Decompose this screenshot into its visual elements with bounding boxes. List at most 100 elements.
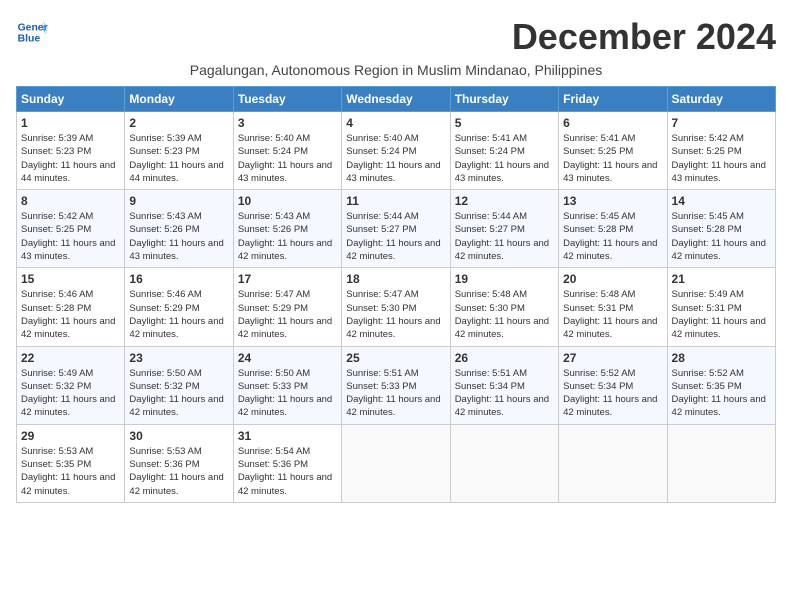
day-info: Sunrise: 5:43 AM Sunset: 5:26 PM Dayligh…: [238, 210, 337, 263]
day-number: 25: [346, 351, 445, 365]
calendar-cell: 30 Sunrise: 5:53 AM Sunset: 5:36 PM Dayl…: [125, 424, 233, 502]
day-info: Sunrise: 5:53 AM Sunset: 5:35 PM Dayligh…: [21, 445, 120, 498]
day-number: 11: [346, 194, 445, 208]
day-info: Sunrise: 5:45 AM Sunset: 5:28 PM Dayligh…: [672, 210, 771, 263]
calendar-cell: 22 Sunrise: 5:49 AM Sunset: 5:32 PM Dayl…: [17, 346, 125, 424]
calendar-cell: 1 Sunrise: 5:39 AM Sunset: 5:23 PM Dayli…: [17, 112, 125, 190]
calendar-cell: 12 Sunrise: 5:44 AM Sunset: 5:27 PM Dayl…: [450, 190, 558, 268]
calendar-cell: 8 Sunrise: 5:42 AM Sunset: 5:25 PM Dayli…: [17, 190, 125, 268]
day-info: Sunrise: 5:46 AM Sunset: 5:29 PM Dayligh…: [129, 288, 228, 341]
column-header-sunday: Sunday: [17, 87, 125, 112]
calendar-cell: 28 Sunrise: 5:52 AM Sunset: 5:35 PM Dayl…: [667, 346, 775, 424]
calendar-cell: 11 Sunrise: 5:44 AM Sunset: 5:27 PM Dayl…: [342, 190, 450, 268]
calendar-cell: 5 Sunrise: 5:41 AM Sunset: 5:24 PM Dayli…: [450, 112, 558, 190]
calendar-cell: 13 Sunrise: 5:45 AM Sunset: 5:28 PM Dayl…: [559, 190, 667, 268]
day-info: Sunrise: 5:40 AM Sunset: 5:24 PM Dayligh…: [346, 132, 445, 185]
day-info: Sunrise: 5:41 AM Sunset: 5:25 PM Dayligh…: [563, 132, 662, 185]
calendar-week-3: 15 Sunrise: 5:46 AM Sunset: 5:28 PM Dayl…: [17, 268, 776, 346]
day-info: Sunrise: 5:51 AM Sunset: 5:33 PM Dayligh…: [346, 367, 445, 420]
day-info: Sunrise: 5:51 AM Sunset: 5:34 PM Dayligh…: [455, 367, 554, 420]
day-info: Sunrise: 5:42 AM Sunset: 5:25 PM Dayligh…: [672, 132, 771, 185]
day-info: Sunrise: 5:48 AM Sunset: 5:31 PM Dayligh…: [563, 288, 662, 341]
calendar-cell: [667, 424, 775, 502]
day-number: 24: [238, 351, 337, 365]
day-number: 9: [129, 194, 228, 208]
day-info: Sunrise: 5:44 AM Sunset: 5:27 PM Dayligh…: [455, 210, 554, 263]
day-info: Sunrise: 5:49 AM Sunset: 5:31 PM Dayligh…: [672, 288, 771, 341]
day-number: 22: [21, 351, 120, 365]
calendar-cell: 20 Sunrise: 5:48 AM Sunset: 5:31 PM Dayl…: [559, 268, 667, 346]
day-info: Sunrise: 5:48 AM Sunset: 5:30 PM Dayligh…: [455, 288, 554, 341]
calendar-cell: 16 Sunrise: 5:46 AM Sunset: 5:29 PM Dayl…: [125, 268, 233, 346]
column-header-monday: Monday: [125, 87, 233, 112]
day-number: 20: [563, 272, 662, 286]
calendar-cell: 2 Sunrise: 5:39 AM Sunset: 5:23 PM Dayli…: [125, 112, 233, 190]
day-info: Sunrise: 5:45 AM Sunset: 5:28 PM Dayligh…: [563, 210, 662, 263]
calendar-cell: 26 Sunrise: 5:51 AM Sunset: 5:34 PM Dayl…: [450, 346, 558, 424]
day-info: Sunrise: 5:41 AM Sunset: 5:24 PM Dayligh…: [455, 132, 554, 185]
day-info: Sunrise: 5:47 AM Sunset: 5:30 PM Dayligh…: [346, 288, 445, 341]
day-info: Sunrise: 5:40 AM Sunset: 5:24 PM Dayligh…: [238, 132, 337, 185]
calendar-cell: 6 Sunrise: 5:41 AM Sunset: 5:25 PM Dayli…: [559, 112, 667, 190]
calendar-cell: [342, 424, 450, 502]
column-header-saturday: Saturday: [667, 87, 775, 112]
day-number: 28: [672, 351, 771, 365]
calendar-cell: 19 Sunrise: 5:48 AM Sunset: 5:30 PM Dayl…: [450, 268, 558, 346]
calendar-cell: 3 Sunrise: 5:40 AM Sunset: 5:24 PM Dayli…: [233, 112, 341, 190]
day-number: 10: [238, 194, 337, 208]
day-number: 23: [129, 351, 228, 365]
logo-icon: General Blue: [16, 16, 48, 48]
calendar-cell: 18 Sunrise: 5:47 AM Sunset: 5:30 PM Dayl…: [342, 268, 450, 346]
column-header-tuesday: Tuesday: [233, 87, 341, 112]
day-number: 6: [563, 116, 662, 130]
day-number: 1: [21, 116, 120, 130]
day-info: Sunrise: 5:54 AM Sunset: 5:36 PM Dayligh…: [238, 445, 337, 498]
day-info: Sunrise: 5:44 AM Sunset: 5:27 PM Dayligh…: [346, 210, 445, 263]
day-number: 15: [21, 272, 120, 286]
day-number: 14: [672, 194, 771, 208]
calendar-cell: 25 Sunrise: 5:51 AM Sunset: 5:33 PM Dayl…: [342, 346, 450, 424]
calendar-week-2: 8 Sunrise: 5:42 AM Sunset: 5:25 PM Dayli…: [17, 190, 776, 268]
svg-text:Blue: Blue: [18, 34, 41, 45]
calendar-cell: 7 Sunrise: 5:42 AM Sunset: 5:25 PM Dayli…: [667, 112, 775, 190]
column-header-wednesday: Wednesday: [342, 87, 450, 112]
calendar-header-row: SundayMondayTuesdayWednesdayThursdayFrid…: [17, 87, 776, 112]
day-number: 13: [563, 194, 662, 208]
svg-text:General: General: [18, 22, 48, 33]
calendar-week-1: 1 Sunrise: 5:39 AM Sunset: 5:23 PM Dayli…: [17, 112, 776, 190]
calendar-cell: 15 Sunrise: 5:46 AM Sunset: 5:28 PM Dayl…: [17, 268, 125, 346]
day-info: Sunrise: 5:39 AM Sunset: 5:23 PM Dayligh…: [129, 132, 228, 185]
day-number: 7: [672, 116, 771, 130]
day-number: 2: [129, 116, 228, 130]
calendar-cell: 14 Sunrise: 5:45 AM Sunset: 5:28 PM Dayl…: [667, 190, 775, 268]
day-info: Sunrise: 5:49 AM Sunset: 5:32 PM Dayligh…: [21, 367, 120, 420]
day-number: 12: [455, 194, 554, 208]
day-info: Sunrise: 5:52 AM Sunset: 5:34 PM Dayligh…: [563, 367, 662, 420]
day-number: 5: [455, 116, 554, 130]
calendar-cell: 24 Sunrise: 5:50 AM Sunset: 5:33 PM Dayl…: [233, 346, 341, 424]
header: General Blue December 2024: [16, 16, 776, 58]
day-info: Sunrise: 5:42 AM Sunset: 5:25 PM Dayligh…: [21, 210, 120, 263]
calendar-week-4: 22 Sunrise: 5:49 AM Sunset: 5:32 PM Dayl…: [17, 346, 776, 424]
month-title: December 2024: [512, 16, 776, 58]
calendar-cell: [450, 424, 558, 502]
calendar-cell: 27 Sunrise: 5:52 AM Sunset: 5:34 PM Dayl…: [559, 346, 667, 424]
subtitle: Pagalungan, Autonomous Region in Muslim …: [16, 62, 776, 78]
day-number: 18: [346, 272, 445, 286]
day-info: Sunrise: 5:47 AM Sunset: 5:29 PM Dayligh…: [238, 288, 337, 341]
calendar-cell: 4 Sunrise: 5:40 AM Sunset: 5:24 PM Dayli…: [342, 112, 450, 190]
day-number: 21: [672, 272, 771, 286]
calendar-cell: 21 Sunrise: 5:49 AM Sunset: 5:31 PM Dayl…: [667, 268, 775, 346]
day-info: Sunrise: 5:39 AM Sunset: 5:23 PM Dayligh…: [21, 132, 120, 185]
day-number: 8: [21, 194, 120, 208]
day-number: 4: [346, 116, 445, 130]
calendar-cell: 23 Sunrise: 5:50 AM Sunset: 5:32 PM Dayl…: [125, 346, 233, 424]
calendar-table: SundayMondayTuesdayWednesdayThursdayFrid…: [16, 86, 776, 503]
logo: General Blue: [16, 16, 48, 48]
day-number: 17: [238, 272, 337, 286]
day-number: 3: [238, 116, 337, 130]
day-info: Sunrise: 5:50 AM Sunset: 5:32 PM Dayligh…: [129, 367, 228, 420]
day-info: Sunrise: 5:53 AM Sunset: 5:36 PM Dayligh…: [129, 445, 228, 498]
calendar-week-5: 29 Sunrise: 5:53 AM Sunset: 5:35 PM Dayl…: [17, 424, 776, 502]
day-number: 16: [129, 272, 228, 286]
